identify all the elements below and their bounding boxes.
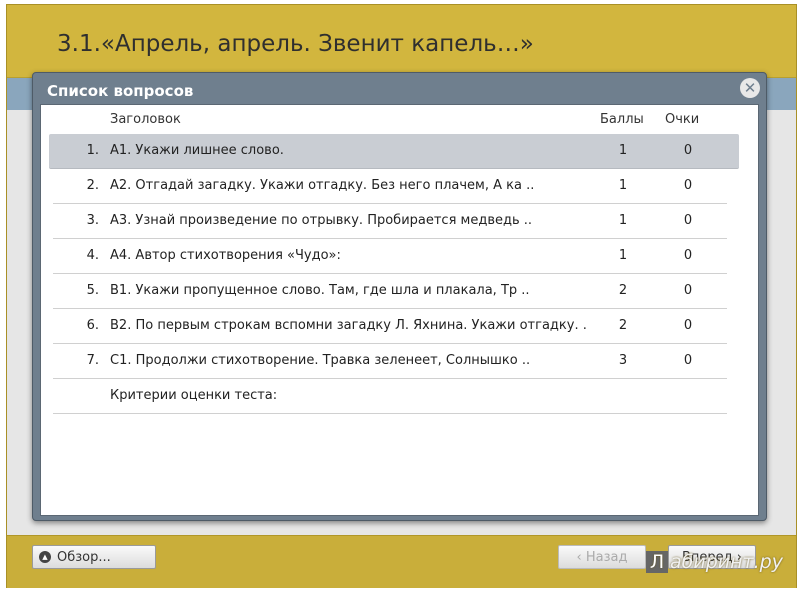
question-row-3[interactable]: 3. А3. Узнай произведение по отрывку. Пр…	[53, 204, 727, 239]
question-row-4[interactable]: 4. А4. Автор стихотворения «Чудо»: 1 0	[53, 239, 727, 274]
dialog-title: Список вопросов	[47, 82, 194, 100]
row-points: 2	[618, 283, 628, 298]
row-number: 4.	[86, 248, 99, 263]
row-number: 5.	[86, 283, 99, 298]
row-glasses: 0	[683, 178, 693, 193]
row-number: 1.	[86, 143, 99, 158]
row-question: Критерии оценки теста:	[110, 388, 278, 403]
page-title: 3.1.«Апрель, апрель. Звенит капель…»	[57, 31, 534, 57]
question-row-5[interactable]: 5. В1. Укажи пропущенное слово. Там, где…	[53, 274, 727, 309]
column-header-points: Баллы	[600, 112, 644, 127]
close-icon[interactable]: ✕	[740, 78, 760, 98]
row-points: 1	[618, 213, 628, 228]
back-button[interactable]: ‹ Назад	[558, 545, 646, 569]
row-question: В2. По первым строкам вспомни загадку Л.…	[110, 318, 587, 333]
row-glasses: 0	[683, 318, 693, 333]
row-glasses: 0	[683, 283, 693, 298]
row-number: 7.	[86, 353, 99, 368]
row-points: 1	[618, 248, 628, 263]
questions-list: Заголовок Баллы Очки 1. А1. Укажи лишнее…	[40, 104, 759, 516]
triangle-up-icon: ▲	[39, 551, 51, 563]
row-points: 3	[618, 353, 628, 368]
criteria-row[interactable]: Критерии оценки теста:	[53, 379, 727, 414]
question-row-6[interactable]: 6. В2. По первым строкам вспомни загадку…	[53, 309, 727, 344]
row-points: 1	[618, 178, 628, 193]
row-glasses: 0	[683, 143, 693, 158]
row-question: В1. Укажи пропущенное слово. Там, где шл…	[110, 283, 530, 298]
row-glasses: 0	[683, 353, 693, 368]
overview-button[interactable]: ▲ Обзор...	[32, 545, 156, 569]
column-header-glasses: Очки	[665, 112, 700, 127]
overview-button-label: Обзор...	[57, 550, 111, 565]
watermark-text: абиринт.ру	[670, 551, 783, 573]
question-row-7[interactable]: 7. С1. Продолжи стихотворение. Травка зе…	[53, 344, 727, 379]
row-points: 1	[618, 143, 628, 158]
questions-dialog: Список вопросов ✕ Заголовок Баллы Очки 1…	[32, 72, 767, 521]
row-glasses: 0	[683, 248, 693, 263]
row-number: 2.	[86, 178, 99, 193]
row-question: А1. Укажи лишнее слово.	[110, 143, 284, 158]
row-question: А3. Узнай произведение по отрывку. Проби…	[110, 213, 533, 228]
question-row-2[interactable]: 2. А2. Отгадай загадку. Укажи отгадку. Б…	[53, 169, 727, 204]
row-number: 3.	[86, 213, 99, 228]
header-bar: 3.1.«Апрель, апрель. Звенит капель…»	[7, 5, 796, 78]
row-question: С1. Продолжи стихотворение. Травка зелен…	[110, 353, 531, 368]
row-glasses: 0	[683, 213, 693, 228]
row-points: 2	[618, 318, 628, 333]
watermark-logo: Л	[646, 551, 668, 573]
question-row-1[interactable]: 1. А1. Укажи лишнее слово. 1 0	[49, 134, 739, 169]
row-question: А2. Отгадай загадку. Укажи отгадку. Без …	[110, 178, 535, 193]
row-number: 6.	[86, 318, 99, 333]
watermark: Лабиринт.ру	[646, 551, 783, 573]
row-question: А4. Автор стихотворения «Чудо»:	[110, 248, 341, 263]
column-header-title: Заголовок	[110, 112, 181, 127]
